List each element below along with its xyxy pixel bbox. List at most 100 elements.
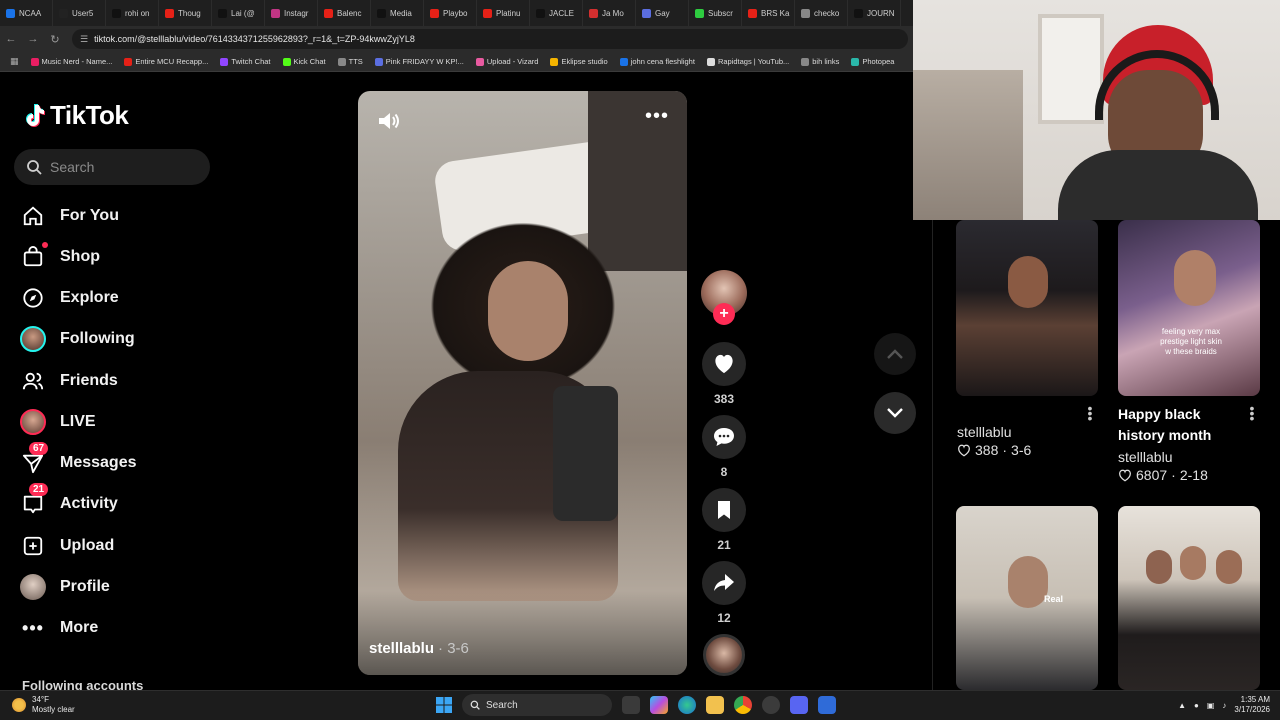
browser-tab[interactable]: Subscr xyxy=(689,0,742,26)
bookmark-label: TTS xyxy=(348,57,363,66)
file-explorer-icon[interactable] xyxy=(706,696,724,714)
browser-tab[interactable]: Platinu xyxy=(477,0,530,26)
search-input[interactable]: Search xyxy=(14,149,210,185)
site-settings-icon[interactable]: ☰ xyxy=(80,34,88,45)
sidebar-item-live[interactable]: LIVE xyxy=(20,407,210,437)
bookmark-label: Upload - Vizard xyxy=(486,57,539,66)
browser-tab[interactable]: Instagr xyxy=(265,0,318,26)
sidebar-item-following[interactable]: Following xyxy=(20,324,210,354)
weather-desc: Mostly clear xyxy=(32,705,75,714)
previous-video-button[interactable] xyxy=(874,333,916,375)
sidebar-item-messages[interactable]: 67 Messages xyxy=(20,442,210,478)
bookmark-item[interactable]: Music Nerd - Name... xyxy=(30,57,112,66)
browser-tab[interactable]: Balenc xyxy=(318,0,371,26)
task-view-icon[interactable] xyxy=(622,696,640,714)
related-video-thumbnail[interactable] xyxy=(1118,506,1260,690)
obs-icon[interactable] xyxy=(762,696,780,714)
sidebar-item-activity[interactable]: 21 Activity xyxy=(20,483,210,519)
app-icon[interactable] xyxy=(818,696,836,714)
sidebar-item-profile[interactable]: Profile xyxy=(20,572,210,602)
microphone-icon[interactable]: ● xyxy=(1194,701,1199,710)
volume-icon[interactable] xyxy=(375,108,401,134)
weather-widget[interactable]: 34°F Mostly clear xyxy=(12,695,75,715)
reload-icon[interactable]: ↻ xyxy=(44,33,66,46)
windows-start-icon[interactable] xyxy=(436,697,452,713)
browser-tab[interactable]: Ja Mo xyxy=(583,0,636,26)
sidebar-item-more[interactable]: ••• More xyxy=(20,613,210,643)
browser-tab[interactable]: Lai (@ xyxy=(212,0,265,26)
browser-tab[interactable]: NCAA xyxy=(0,0,53,26)
related-video-stats: 388 · 3-6 xyxy=(957,442,1031,458)
related-video-thumbnail[interactable]: feeling very max prestige light skin w t… xyxy=(1118,220,1260,396)
tab-label: Subscr xyxy=(708,8,733,18)
bookmark-item[interactable]: bih links xyxy=(801,57,839,66)
browser-tab[interactable]: User5 xyxy=(53,0,106,26)
related-video-thumbnail[interactable] xyxy=(956,220,1098,396)
tiktok-logo[interactable]: TikTok xyxy=(22,100,129,131)
bookmark-item[interactable]: Pink FRIDAYY W KP!... xyxy=(374,57,464,66)
bookmark-label: Entire MCU Recapp... xyxy=(135,57,209,66)
browser-tab[interactable]: Thoug xyxy=(159,0,212,26)
browser-tab[interactable]: Media xyxy=(371,0,424,26)
related-video-menu-icon[interactable]: • • • xyxy=(1249,401,1255,425)
follow-button[interactable]: + xyxy=(713,303,735,325)
bookmark-item[interactable]: Kick Chat xyxy=(282,57,326,66)
related-videos-panel: • • • stelllablu 388 · 3-6 feeling very ma… xyxy=(932,220,1280,690)
clock[interactable]: 1:35 AM 3/17/2026 xyxy=(1234,695,1270,715)
sidebar-item-shop[interactable]: Shop xyxy=(20,242,210,272)
taskbar-search[interactable]: Search xyxy=(462,694,612,716)
related-video-title[interactable]: Happy black history month xyxy=(1118,404,1243,446)
forward-icon[interactable]: → xyxy=(22,33,44,45)
chrome-icon[interactable] xyxy=(734,696,752,714)
browser-tab[interactable]: checko xyxy=(795,0,848,26)
bookmark-item[interactable]: john cena fleshlight xyxy=(619,57,695,66)
browser-tab[interactable]: Gay xyxy=(636,0,689,26)
sidebar-item-label: For You xyxy=(60,207,119,224)
browser-tab[interactable]: BRS Ka xyxy=(742,0,795,26)
bookmark-item[interactable]: Rapidtags | YouTub... xyxy=(706,57,789,66)
inbox-icon: 21 xyxy=(20,483,49,517)
bookmark-favicon-icon xyxy=(550,57,559,66)
tab-label: User5 xyxy=(72,8,94,18)
video-author[interactable]: stelllablu · 3-6 xyxy=(369,640,469,657)
tray-overflow-icon[interactable]: ▲ xyxy=(1178,701,1186,710)
browser-tab[interactable]: JOURN xyxy=(848,0,901,26)
related-video-thumbnail[interactable]: Real xyxy=(956,506,1098,690)
network-icon[interactable]: ▣ xyxy=(1207,701,1215,710)
apps-icon[interactable]: ▦ xyxy=(10,56,19,67)
video-player[interactable] xyxy=(358,91,687,675)
copilot-icon[interactable] xyxy=(650,696,668,714)
like-button[interactable] xyxy=(702,342,746,386)
more-options-icon[interactable]: ••• xyxy=(645,106,669,130)
sidebar-item-upload[interactable]: Upload xyxy=(20,531,210,561)
sidebar-item-explore[interactable]: Explore xyxy=(20,283,210,313)
save-button[interactable] xyxy=(702,488,746,532)
url-text: tiktok.com/@stelllablu/video/76143343712… xyxy=(94,34,415,44)
related-video-menu-icon[interactable]: • • • xyxy=(1087,401,1093,425)
edge-icon[interactable] xyxy=(678,696,696,714)
bookmark-item[interactable]: Upload - Vizard xyxy=(475,57,539,66)
volume-icon[interactable]: ♪ xyxy=(1222,701,1226,710)
sidebar-item-label: Friends xyxy=(60,372,118,389)
browser-tab[interactable]: rohi on xyxy=(106,0,159,26)
related-video-user[interactable]: stelllablu xyxy=(1118,449,1172,465)
bookmark-item[interactable]: TTS xyxy=(337,57,363,66)
sound-disc-avatar[interactable] xyxy=(703,634,745,676)
browser-tab[interactable]: JACLE xyxy=(530,0,583,26)
share-button[interactable] xyxy=(702,561,746,605)
related-video-user[interactable]: stelllablu xyxy=(957,424,1011,440)
bookmark-item[interactable]: Entire MCU Recapp... xyxy=(124,57,208,66)
bookmark-item[interactable]: Twitch Chat xyxy=(220,57,271,66)
next-video-button[interactable] xyxy=(874,392,916,434)
bookmark-item[interactable]: Eklipse studio xyxy=(550,57,608,66)
sidebar-item-friends[interactable]: Friends xyxy=(20,366,210,396)
comment-button[interactable] xyxy=(702,415,746,459)
browser-tab[interactable]: Playbo xyxy=(424,0,477,26)
bookmark-item[interactable]: Photopea xyxy=(851,57,894,66)
sidebar-item-for-you[interactable]: For You xyxy=(20,201,210,231)
tab-label: checko xyxy=(814,8,840,18)
back-icon[interactable]: ← xyxy=(0,33,22,45)
video-username[interactable]: stelllablu xyxy=(369,640,434,657)
url-field[interactable]: ☰ tiktok.com/@stelllablu/video/761433437… xyxy=(72,29,908,49)
discord-icon[interactable] xyxy=(790,696,808,714)
